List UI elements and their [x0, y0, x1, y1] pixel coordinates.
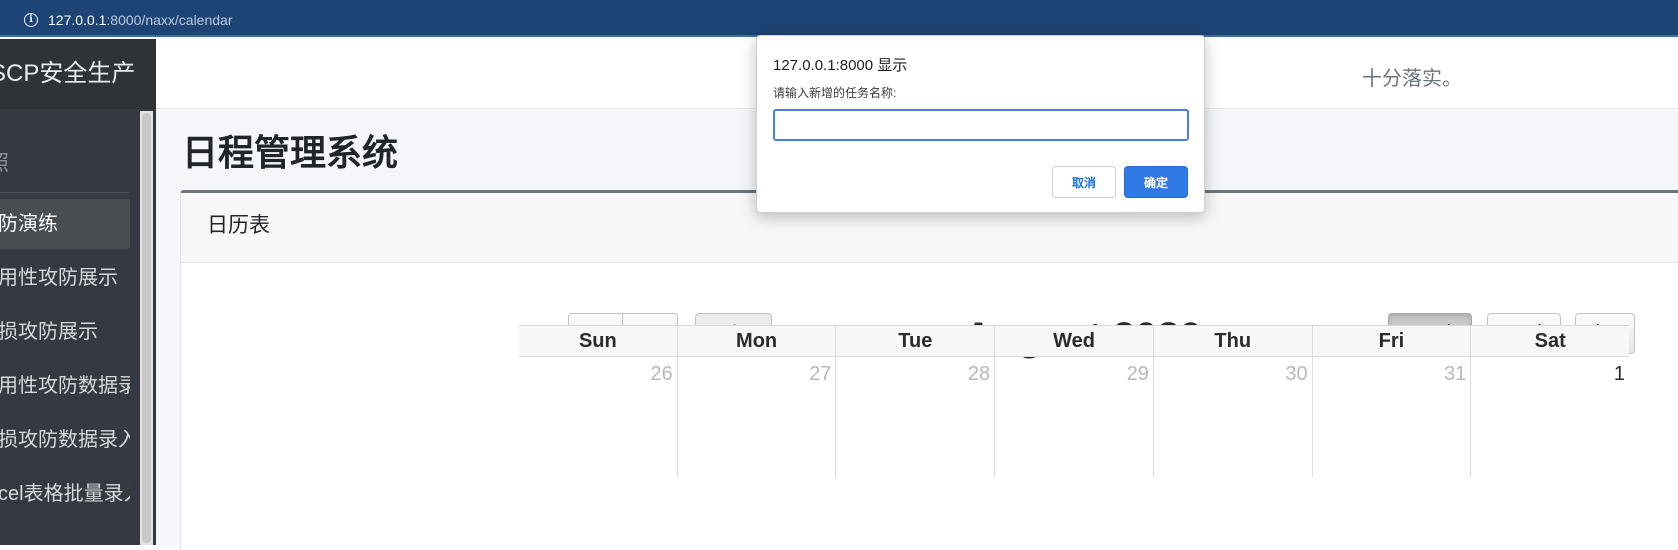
- sidebar-item-3[interactable]: 损攻防展示: [0, 307, 130, 357]
- page-title: 日程管理系统: [182, 132, 399, 173]
- cancel-button[interactable]: 取消: [1052, 166, 1116, 198]
- url-path: :8000/naxx/calendar: [106, 11, 233, 28]
- sidebar-item-label: 用性攻防数据录入: [0, 375, 130, 397]
- card-title: 日历表: [207, 214, 270, 237]
- dialog-title: 127.0.0.1:8000 显示: [773, 57, 908, 74]
- weekday-wed: Wed: [994, 326, 1153, 356]
- prompt-dialog: 127.0.0.1:8000 显示 请输入新增的任务名称: 取消 确定: [756, 35, 1205, 213]
- sidebar-item-label: 损攻防数据录入: [0, 429, 130, 451]
- day-cell[interactable]: 30: [1152, 357, 1312, 477]
- day-cell[interactable]: 26: [519, 357, 677, 477]
- dialog-message: 请输入新增的任务名称:: [773, 86, 897, 100]
- ok-button[interactable]: 确定: [1124, 166, 1188, 198]
- sidebar-divider: [0, 192, 130, 193]
- sidebar-item-label: cel表格批量录入: [0, 483, 130, 505]
- notice-marquee: 十分落实。: [1362, 68, 1462, 90]
- week-row: 26 27 28 29 30 31 1: [519, 357, 1629, 477]
- day-cell[interactable]: 29: [994, 357, 1153, 477]
- weekday-header: Sun Mon Tue Wed Thu Fri Sat: [519, 325, 1629, 357]
- weekday-thu: Thu: [1152, 326, 1312, 356]
- weekday-mon: Mon: [676, 326, 836, 356]
- weekday-sat: Sat: [1470, 326, 1629, 356]
- brand-link[interactable]: SCP安全生产: [0, 39, 156, 109]
- sidebar-item-4[interactable]: 用性攻防数据录入: [0, 361, 130, 411]
- browser-address-bar: i 127.0.0.1 :8000/naxx/calendar: [0, 0, 1678, 37]
- sidebar-item-1[interactable]: 防演练: [0, 199, 130, 249]
- day-cell[interactable]: 31: [1311, 357, 1471, 477]
- weekday-tue: Tue: [835, 326, 994, 356]
- day-cell[interactable]: 27: [676, 357, 836, 477]
- month-grid: Sun Mon Tue Wed Thu Fri Sat 26 27 28 29 …: [519, 325, 1629, 477]
- weekday-fri: Fri: [1311, 326, 1471, 356]
- task-name-input[interactable]: [773, 109, 1189, 141]
- day-cell[interactable]: 28: [835, 357, 994, 477]
- sidebar-item-6[interactable]: cel表格批量录入: [0, 469, 130, 519]
- user-panel[interactable]: 照: [0, 137, 130, 191]
- scrollbar-thumb[interactable]: [142, 113, 151, 543]
- sidebar-item-5[interactable]: 损攻防数据录入: [0, 415, 130, 465]
- sidebar-scrollbar[interactable]: [140, 111, 153, 545]
- user-name: 照: [0, 152, 9, 175]
- sidebar-item-label: 防演练: [0, 213, 58, 235]
- url-host: 127.0.0.1: [48, 11, 107, 28]
- sidebar-item-label: 用性攻防展示: [0, 267, 118, 289]
- sidebar-item-label: 损攻防展示: [0, 321, 98, 343]
- sidebar-item-2[interactable]: 用性攻防展示: [0, 253, 130, 303]
- sidebar: SCP安全生产 照 防演练 用性攻防展示 损攻防展示 用性攻防数据录入 损攻防数…: [0, 39, 156, 545]
- info-icon[interactable]: i: [24, 12, 38, 27]
- brand-text: SCP安全生产: [0, 60, 136, 87]
- weekday-sun: Sun: [578, 330, 617, 352]
- url-field[interactable]: i 127.0.0.1 :8000/naxx/calendar: [12, 7, 1678, 32]
- day-cell[interactable]: 1: [1470, 357, 1629, 477]
